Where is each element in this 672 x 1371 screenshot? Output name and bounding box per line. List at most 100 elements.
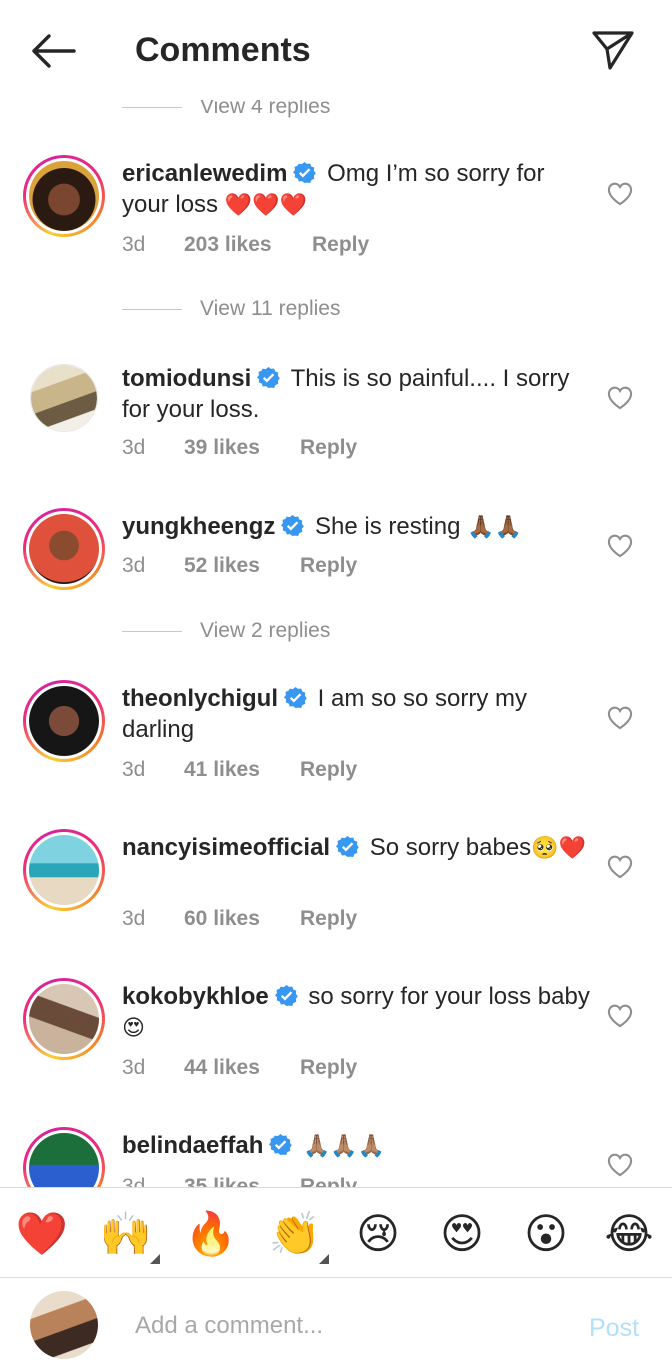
comment-emoji: 🙏🏽🙏🏽🙏🏽 [303,1133,386,1158]
reply-button[interactable]: Reply [300,1056,357,1080]
comment-body: tomiodunsi This is so painful.... I sorr… [122,363,592,425]
divider-line [122,308,182,310]
verified-badge-icon [336,835,359,858]
comment-text: so sorry for your loss baby [308,983,590,1010]
comment-meta: 3d 203 likes Reply [122,233,369,257]
verified-badge-icon [257,366,281,389]
divider-line [122,630,182,632]
comment-text: So sorry babes [369,834,532,861]
post-button[interactable]: Post [589,1314,639,1343]
comment-input[interactable] [135,1308,555,1344]
emoji-reaction-bar: ❤️ 🙌 🔥 👏 😢 😍 😮 😂 [0,1187,672,1277]
comment-emoji: 😍 [122,1015,145,1040]
comment-emoji: ❤️❤️❤️ [224,192,307,217]
comment-likes[interactable]: 52 likes [184,554,300,578]
comment-likes[interactable]: 39 likes [184,436,300,460]
emoji-laughing-button[interactable]: 😂 [601,1206,657,1262]
like-heart-icon[interactable] [606,853,634,879]
comment-time: 3d [122,758,146,781]
reply-button[interactable]: Reply [300,907,357,931]
emoji-heart-button[interactable]: ❤️ [14,1206,70,1262]
emoji-raised-hands-button[interactable]: 🙌 [98,1206,160,1264]
comment-likes[interactable]: 35 likes [184,1175,300,1187]
avatar[interactable] [30,364,98,432]
comment-composer: Post [0,1277,672,1371]
comment-time: 3d [122,436,146,459]
comment-username[interactable]: nancyisimeofficial [122,834,330,861]
comments-list[interactable]: View 4 replies ericanlewedim Omg I’m so … [0,0,672,1187]
paper-plane-icon [592,31,634,70]
avatar[interactable] [23,829,105,911]
reply-button[interactable]: Reply [300,758,357,782]
comment-time: 3d [122,233,146,256]
reply-button[interactable]: Reply [300,436,357,460]
skin-tone-indicator [150,1254,160,1264]
emoji-clap-button[interactable]: 👏 [267,1206,329,1264]
avatar[interactable] [23,508,105,590]
comment-likes[interactable]: 60 likes [184,907,300,931]
comment-meta: 3d 41 likes Reply [122,758,357,782]
reply-button[interactable]: Reply [300,554,357,578]
comment-body: ericanlewedim Omg I’m so sorry for your … [122,158,592,220]
comment-meta: 3d 35 likes Reply [122,1175,357,1187]
reply-button[interactable]: Reply [312,233,369,257]
verified-badge-icon [269,1133,293,1156]
divider-line [122,106,182,108]
reply-button[interactable]: Reply [300,1175,357,1187]
comment-body: theonlychigul I am so so sorry my darlin… [122,683,592,745]
comment-text: She is resting [315,513,461,540]
comment-username[interactable]: kokobykhloe [122,983,269,1010]
comment-likes[interactable]: 203 likes [184,233,312,257]
comment-body: belindaeffah 🙏🏽🙏🏽🙏🏽 [122,1130,592,1161]
comment-likes[interactable]: 41 likes [184,758,300,782]
like-heart-icon[interactable] [606,1151,634,1177]
comment-time: 3d [122,907,146,930]
emoji-fire-button[interactable]: 🔥 [183,1206,239,1262]
avatar [30,1291,98,1359]
emoji-heart-eyes-button[interactable]: 😍 [434,1206,490,1262]
like-heart-icon[interactable] [606,180,634,206]
comment-time: 3d [122,554,146,577]
like-heart-icon[interactable] [606,1002,634,1028]
verified-badge-icon [281,514,305,537]
like-heart-icon[interactable] [606,704,634,730]
avatar[interactable] [23,1127,105,1187]
comment-body: kokobykhloe so sorry for your loss baby … [122,981,592,1043]
view-replies-button[interactable]: View 11 replies [122,294,340,324]
back-button[interactable] [28,28,78,74]
app-header: Comments [0,0,672,100]
page-title: Comments [135,31,311,69]
comment-username[interactable]: tomiodunsi [122,365,251,392]
skin-tone-indicator [319,1254,329,1264]
avatar[interactable] [23,155,105,237]
verified-badge-icon [274,984,298,1007]
comment-meta: 3d 39 likes Reply [122,436,357,460]
view-replies-label: View 11 replies [200,297,341,320]
comment-likes[interactable]: 44 likes [184,1056,300,1080]
like-heart-icon[interactable] [606,384,634,410]
raised-hands-icon: 🙌 [99,1210,153,1257]
verified-badge-icon [284,686,307,709]
comment-username[interactable]: theonlychigul [122,685,278,712]
like-heart-icon[interactable] [606,532,634,558]
verified-badge-icon [293,161,317,184]
comment-time: 3d [122,1056,146,1079]
comment-username[interactable]: yungkheengz [122,513,275,540]
comment-meta: 3d 52 likes Reply [122,554,357,578]
view-replies-button[interactable]: View 2 replies [122,616,330,646]
back-arrow-icon [32,34,76,68]
emoji-crying-button[interactable]: 😢 [350,1206,406,1262]
comment-meta: 3d 44 likes Reply [122,1056,357,1080]
comment-emoji: 🙏🏾🙏🏾 [467,514,522,539]
avatar[interactable] [23,978,105,1060]
view-replies-label: View 2 replies [200,619,331,642]
avatar[interactable] [23,680,105,762]
comment-username[interactable]: ericanlewedim [122,160,287,187]
comment-body: nancyisimeofficial So sorry babes🥺❤️ [122,832,592,863]
comment-body: yungkheengz She is resting 🙏🏾🙏🏾 [122,511,592,542]
comment-username[interactable]: belindaeffah [122,1132,263,1159]
comment-meta: 3d 60 likes Reply [122,907,357,931]
comment-emoji: 🥺❤️ [531,835,586,860]
share-button[interactable] [588,26,638,74]
emoji-surprised-button[interactable]: 😮 [518,1206,574,1262]
